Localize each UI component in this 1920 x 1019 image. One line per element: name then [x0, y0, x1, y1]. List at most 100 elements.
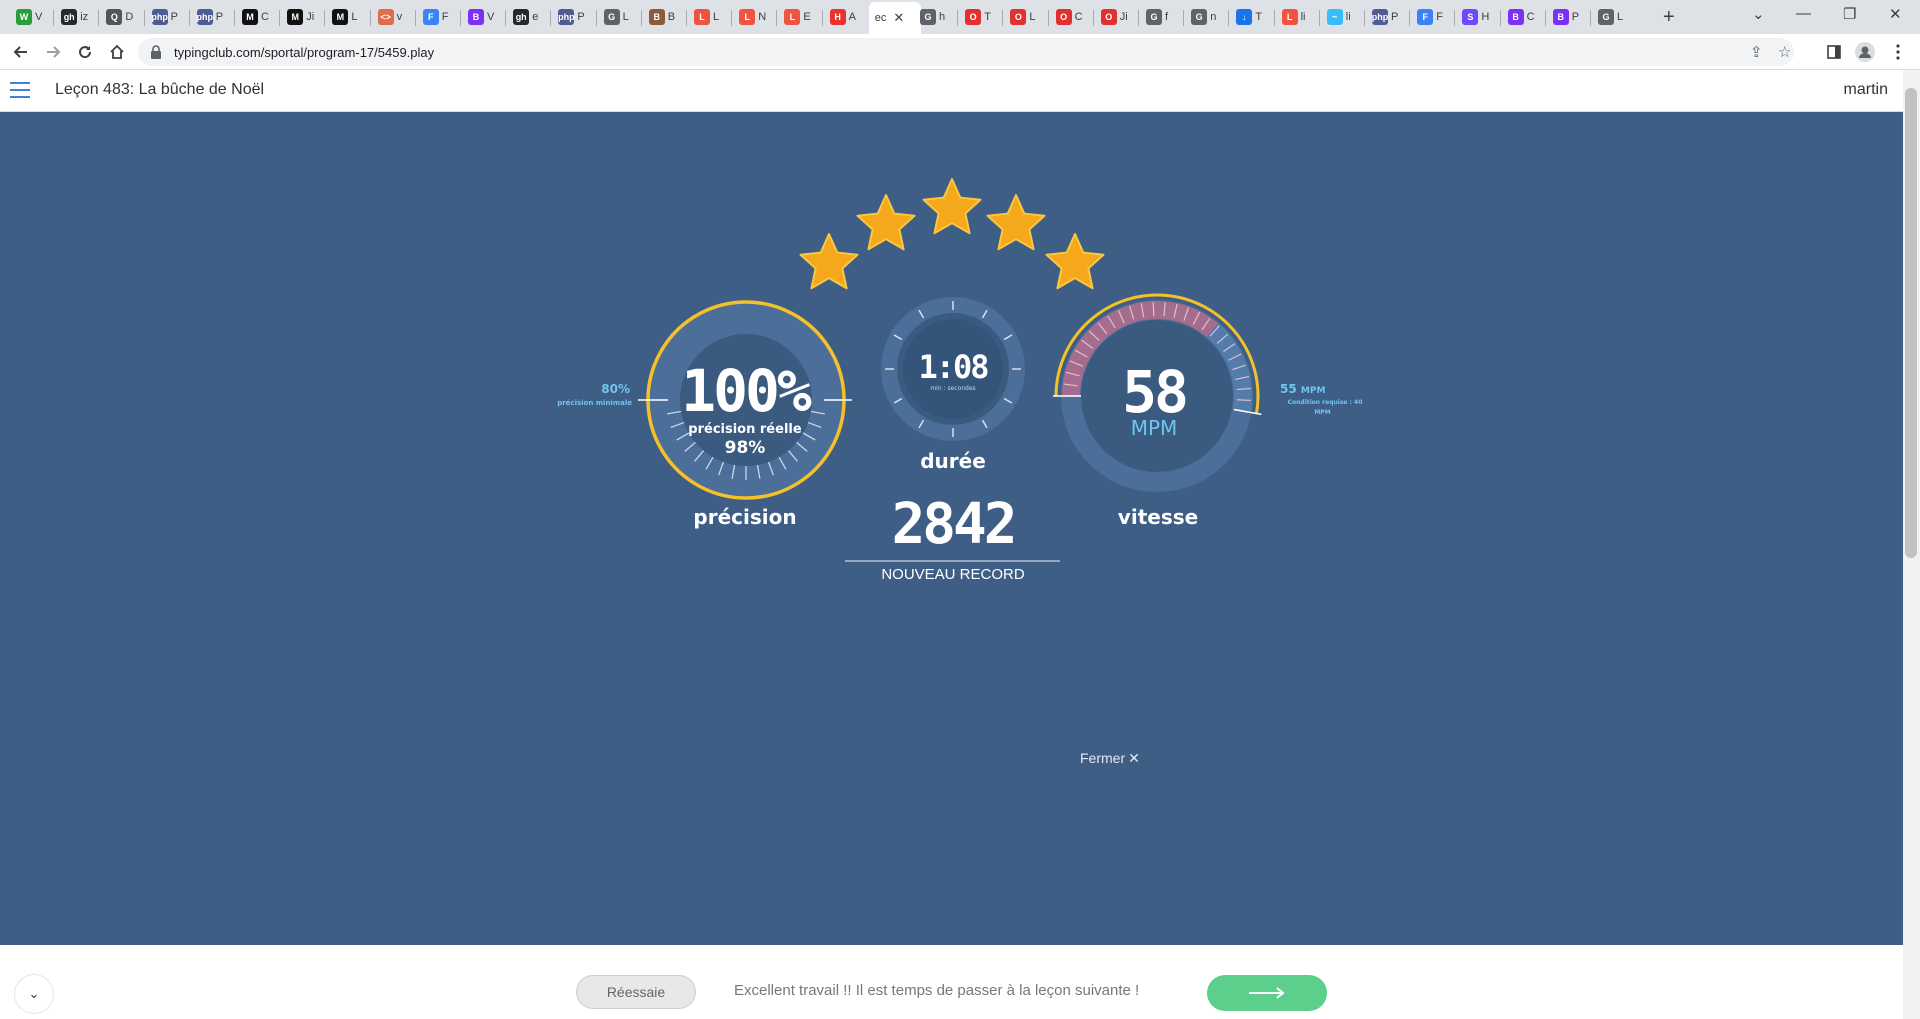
browser-tab[interactable]: <> v [372, 4, 414, 30]
tab-separator [1273, 10, 1275, 26]
browser-tab[interactable]: ↓ T [1230, 4, 1272, 30]
browser-tab[interactable]: OT [959, 4, 1001, 30]
browser-tab[interactable]: ec ✕ [868, 2, 921, 34]
tab-separator [1364, 10, 1365, 26]
tab-title: P [1391, 11, 1399, 23]
tab-favicon-icon: G [920, 9, 936, 25]
browser-tab[interactable]: BV [462, 4, 504, 30]
tab-separator [460, 10, 461, 26]
profile-avatar-icon[interactable] [1853, 40, 1877, 64]
tab-separator [776, 10, 778, 26]
tab-favicon-icon: ~ [1326, 9, 1343, 25]
tab-separator [505, 10, 507, 26]
close-window-button[interactable]: ✕ [1889, 5, 1902, 23]
tab-favicon-icon: L [784, 9, 801, 25]
side-panel-icon[interactable] [1822, 40, 1846, 64]
close-results-link[interactable]: Fermer ✕ [1080, 750, 1140, 767]
browser-tab[interactable]: BP [1547, 4, 1589, 30]
accuracy-value: 100% [681, 357, 812, 425]
browser-tab[interactable]: Gn [1185, 4, 1227, 30]
browser-tab[interactable]: gh iz [55, 4, 97, 30]
accuracy-label: précision [693, 505, 797, 529]
tab-favicon-icon: F [422, 9, 439, 25]
tab-favicon-icon: gh [61, 9, 78, 25]
browser-tab[interactable]: LN [733, 4, 775, 30]
browser-tab[interactable]: Lli [1276, 4, 1318, 30]
browser-tab[interactable]: php P [552, 4, 594, 30]
tab-separator [143, 10, 145, 26]
browser-tab[interactable]: php P [1366, 4, 1408, 30]
tab-favicon-icon: php [558, 9, 575, 25]
speed-requirement-unit: MPM [1314, 409, 1331, 416]
tab-favicon-icon: <> [377, 9, 394, 25]
tab-favicon-icon: W [16, 9, 32, 25]
collapse-chevron-icon[interactable]: ⌄ [14, 974, 54, 1014]
back-arrow-icon[interactable] [9, 40, 33, 64]
tab-title: L [713, 11, 720, 23]
lock-icon [151, 45, 161, 59]
hamburger-menu-icon[interactable] [10, 82, 30, 98]
browser-tab[interactable]: O Ji [1095, 4, 1137, 30]
browser-tab[interactable]: WV [10, 4, 52, 30]
address-bar[interactable]: typingclub.com/sportal/program-17/5459.p… [138, 38, 1794, 66]
tab-favicon-icon: O [965, 9, 982, 25]
tab-title: A [848, 11, 856, 23]
speed-gauge-tick [1152, 302, 1155, 317]
browser-tab[interactable]: GL [598, 4, 640, 30]
browser-tab[interactable]: OL [1004, 4, 1046, 30]
tab-title: V [35, 11, 43, 23]
browser-tab[interactable]: ~ li [1321, 4, 1363, 30]
browser-tab[interactable]: gh e [507, 4, 549, 30]
tab-title: B [667, 11, 676, 23]
tab-separator [686, 10, 687, 26]
browser-tab[interactable]: M Ji [281, 4, 323, 30]
home-icon[interactable] [105, 40, 129, 64]
duration-unit: min : secondes [930, 385, 976, 392]
next-lesson-button[interactable] [1207, 975, 1327, 1011]
tab-favicon-icon: php [197, 9, 213, 25]
scrollbar-thumb[interactable] [1905, 88, 1917, 558]
tab-title: F [441, 11, 449, 23]
forward-arrow-icon[interactable] [41, 40, 65, 64]
browser-tab[interactable]: QD [100, 4, 142, 30]
browser-tab[interactable]: ML [326, 4, 368, 30]
retry-button[interactable]: Réessaie [576, 975, 696, 1009]
browser-menu-icon[interactable] [1886, 40, 1910, 64]
tab-separator [1544, 10, 1546, 26]
speed-gauge-tick [1236, 399, 1251, 402]
tab-title: C [1074, 11, 1083, 23]
tab-separator [1409, 10, 1411, 26]
browser-tab[interactable]: BC [1502, 4, 1544, 30]
browser-tab[interactable]: FF [417, 4, 459, 30]
accuracy-real-label: précision réelle [688, 422, 802, 437]
lesson-footer: ⌄ Réessaie Excellent travail !! Il est t… [0, 945, 1903, 1019]
tab-title: L [1617, 11, 1624, 23]
browser-tab[interactable]: php P [146, 4, 188, 30]
browser-tab[interactable]: php P [191, 4, 233, 30]
minimize-window-button[interactable]: — [1796, 5, 1811, 22]
browser-tab[interactable]: BB [643, 4, 685, 30]
reload-icon[interactable] [73, 40, 97, 64]
browser-tab[interactable]: OC [1050, 4, 1092, 30]
share-icon[interactable]: ⇪ [1750, 43, 1763, 61]
browser-tab[interactable]: LL [688, 4, 730, 30]
bookmark-star-icon[interactable]: ☆ [1778, 43, 1791, 61]
browser-tab[interactable]: LE [778, 4, 820, 30]
tab-favicon-icon: M [242, 9, 258, 25]
browser-tab[interactable]: FF [1411, 4, 1453, 30]
browser-tab[interactable]: Gh [914, 4, 956, 30]
accuracy-min-value: 80% [601, 382, 630, 396]
browser-tab[interactable]: MC [236, 4, 278, 30]
tab-close-icon[interactable]: ✕ [893, 10, 904, 26]
new-tab-button[interactable]: + [1663, 6, 1675, 29]
tab-title: Ji [306, 11, 315, 23]
browser-tab[interactable]: SH [1456, 4, 1498, 30]
user-name[interactable]: martin [1844, 81, 1888, 99]
browser-tab[interactable]: Gf [1140, 4, 1182, 30]
tab-title: P [1571, 11, 1580, 23]
browser-tab[interactable]: HA [824, 4, 866, 30]
tab-search-dropdown-icon[interactable]: ⌄ [1752, 5, 1765, 23]
arrow-right-icon [1249, 987, 1285, 999]
restore-window-button[interactable]: ❐ [1843, 5, 1856, 23]
browser-tab[interactable]: GL [1592, 4, 1634, 30]
